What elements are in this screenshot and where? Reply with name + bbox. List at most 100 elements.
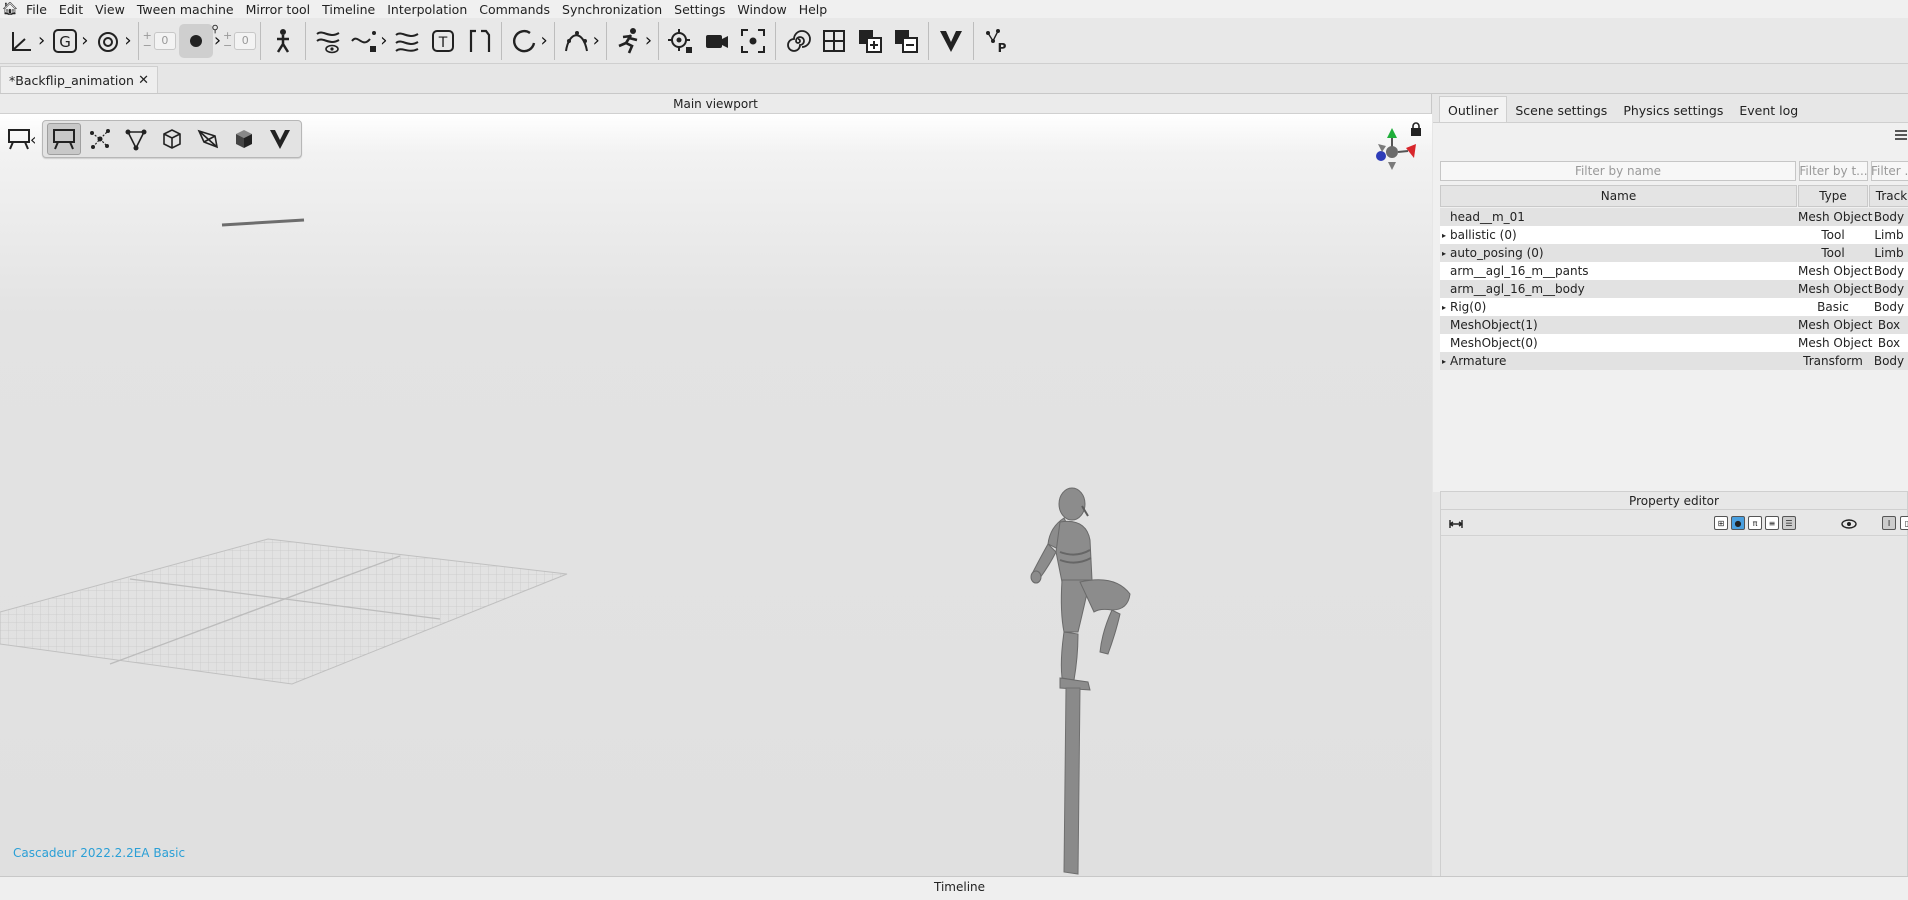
- panel-tab-bar: Outliner Scene settings Physics settings…: [1433, 94, 1908, 122]
- menu-mirror-tool[interactable]: Mirror tool: [240, 2, 316, 17]
- cascadeur-window: 🏠︎ File Edit View Tween machine Mirror t…: [0, 0, 1908, 900]
- column-header-track[interactable]: Track: [1869, 185, 1908, 207]
- lock-icon[interactable]: [1410, 122, 1422, 139]
- column-header-type[interactable]: Type: [1798, 185, 1868, 207]
- mesh-icon[interactable]: [191, 123, 225, 155]
- curve-lock-icon[interactable]: [349, 24, 379, 58]
- table-row[interactable]: ▸ Rig(0) Basic Body: [1440, 298, 1908, 316]
- curves-eye-icon[interactable]: [313, 24, 343, 58]
- target-lock-icon[interactable]: [666, 24, 696, 58]
- menu-timeline[interactable]: Timeline: [316, 2, 381, 17]
- solid-cube-icon[interactable]: [227, 123, 261, 155]
- rotate-icon[interactable]: [93, 24, 123, 58]
- tab-scene-settings[interactable]: Scene settings: [1507, 96, 1615, 122]
- filter-type-input[interactable]: Filter by t...: [1799, 161, 1868, 181]
- chevron-right-icon[interactable]: ›: [645, 30, 652, 51]
- filter-icon-2[interactable]: ●: [1731, 516, 1745, 530]
- ground-grid[interactable]: [0, 534, 570, 694]
- column-header-name[interactable]: Name: [1440, 185, 1797, 207]
- table-row[interactable]: head__m_01 Mesh Object Body: [1440, 208, 1908, 226]
- physics-p-icon[interactable]: P: [981, 24, 1011, 58]
- chevron-left-icon[interactable]: ‹: [30, 130, 36, 149]
- filter-icon-4[interactable]: ≡: [1765, 516, 1779, 530]
- filter-track-input[interactable]: Filter ...: [1871, 161, 1908, 181]
- figure-icon[interactable]: [268, 24, 298, 58]
- tab-event-log[interactable]: Event log: [1731, 96, 1806, 122]
- expand-arrow-icon[interactable]: ▸: [1442, 357, 1450, 366]
- row-type-cell: Mesh Object: [1798, 210, 1873, 224]
- table-row[interactable]: ▸ auto_posing (0) Tool Limb: [1440, 244, 1908, 262]
- add-layer-icon[interactable]: [855, 24, 885, 58]
- filter-icon-1[interactable]: ⊞: [1714, 516, 1728, 530]
- frame-spin-right-value[interactable]: 0: [234, 31, 257, 50]
- wireframe-cube-icon[interactable]: [155, 123, 189, 155]
- filter-icon-5[interactable]: ☰: [1782, 516, 1796, 530]
- eye-icon[interactable]: [1841, 516, 1857, 535]
- frame-spin-left-value[interactable]: 0: [153, 31, 176, 50]
- menu-settings[interactable]: Settings: [668, 2, 731, 17]
- menu-edit[interactable]: Edit: [53, 2, 89, 17]
- scene-stick[interactable]: [220, 214, 310, 234]
- table-row[interactable]: arm__agl_16_m__pants Mesh Object Body: [1440, 262, 1908, 280]
- skeleton-icon[interactable]: [119, 123, 153, 155]
- menu-window[interactable]: Window: [731, 2, 792, 17]
- menu-commands[interactable]: Commands: [473, 2, 556, 17]
- record-button[interactable]: ⚲: [178, 23, 219, 58]
- v-shape-icon[interactable]: [263, 123, 297, 155]
- chevron-right-icon[interactable]: ›: [380, 30, 387, 51]
- menu-tween-machine[interactable]: Tween machine: [131, 2, 240, 17]
- axis-icon[interactable]: [7, 24, 37, 58]
- table-row[interactable]: MeshObject(1) Mesh Object Box: [1440, 316, 1908, 334]
- chevron-right-icon[interactable]: ›: [593, 30, 600, 51]
- document-tab[interactable]: *Backflip_animation ✕: [0, 66, 158, 93]
- expand-arrow-icon[interactable]: ▸: [1442, 303, 1450, 312]
- loop-icon[interactable]: [509, 24, 539, 58]
- minus-icon[interactable]: −: [223, 40, 232, 51]
- text-format-icon[interactable]: I: [1882, 516, 1896, 530]
- camera-icon[interactable]: [702, 24, 732, 58]
- menu-interpolation[interactable]: Interpolation: [381, 2, 473, 17]
- run-icon[interactable]: [614, 24, 644, 58]
- minus-icon[interactable]: −: [143, 40, 152, 51]
- menu-help[interactable]: Help: [793, 2, 834, 17]
- tab-outliner[interactable]: Outliner: [1439, 96, 1508, 122]
- curves-check-icon[interactable]: [392, 24, 422, 58]
- home-icon[interactable]: 🏠︎: [0, 2, 20, 17]
- filter-icon-3[interactable]: π: [1748, 516, 1762, 530]
- frame-spin-right[interactable]: + − 0: [223, 30, 257, 51]
- menu-file[interactable]: File: [20, 2, 53, 17]
- close-icon[interactable]: ✕: [138, 73, 149, 88]
- table-row[interactable]: arm__agl_16_m__body Mesh Object Body: [1440, 280, 1908, 298]
- group-g-icon[interactable]: G: [50, 24, 80, 58]
- menu-view[interactable]: View: [89, 2, 131, 17]
- table-row[interactable]: ▸ ballistic (0) Tool Limb: [1440, 226, 1908, 244]
- chevron-right-icon[interactable]: ›: [540, 30, 547, 51]
- path-icon[interactable]: [562, 24, 592, 58]
- expand-arrow-icon[interactable]: ▸: [1442, 231, 1450, 240]
- grid-icon[interactable]: [819, 24, 849, 58]
- chevron-right-icon[interactable]: ›: [81, 30, 88, 51]
- joints-icon[interactable]: [83, 123, 117, 155]
- viewport-canvas[interactable]: ‹ Cascadeur 2022.2.2EA Basic: [0, 114, 1432, 876]
- expand-arrow-icon[interactable]: ▸: [1442, 249, 1450, 258]
- hamburger-menu-icon[interactable]: [1894, 127, 1908, 155]
- spiral-icon[interactable]: [783, 24, 813, 58]
- character-model[interactable]: [1020, 482, 1180, 876]
- remove-layer-icon[interactable]: [891, 24, 921, 58]
- collapse-icon[interactable]: [1448, 516, 1464, 535]
- tab-physics-settings[interactable]: Physics settings: [1615, 96, 1731, 122]
- text-t-icon[interactable]: T: [428, 24, 458, 58]
- layout-icon[interactable]: ▯: [1900, 516, 1908, 530]
- chevron-right-icon[interactable]: ›: [124, 30, 131, 51]
- easel-mode-icon[interactable]: [47, 123, 82, 155]
- focus-icon[interactable]: [738, 24, 768, 58]
- bracket-icon[interactable]: [464, 24, 494, 58]
- menu-synchronization[interactable]: Synchronization: [556, 2, 668, 17]
- filter-name-input[interactable]: Filter by name: [1440, 161, 1796, 181]
- v-logo-icon[interactable]: [936, 24, 966, 58]
- table-row[interactable]: ▸ Armature Transform Body: [1440, 352, 1908, 370]
- easel-icon[interactable]: [7, 123, 31, 155]
- chevron-right-icon[interactable]: ›: [38, 30, 45, 51]
- frame-spin-left[interactable]: + − 0: [143, 30, 176, 51]
- table-row[interactable]: MeshObject(0) Mesh Object Box: [1440, 334, 1908, 352]
